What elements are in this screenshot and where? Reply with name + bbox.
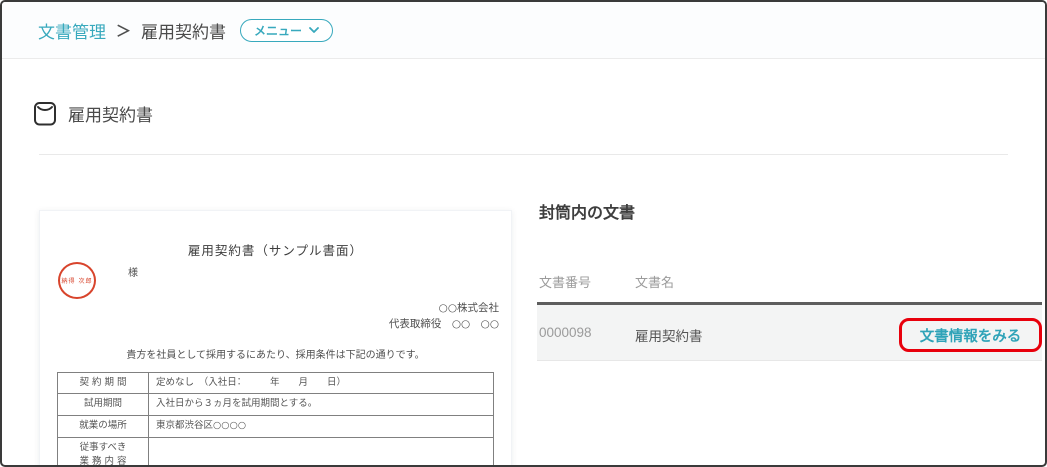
contract-title: 雇用契約書（サンプル書面） bbox=[187, 243, 364, 258]
envelope-header: 雇用契約書 bbox=[33, 100, 153, 127]
red-highlight-annotation: 文書情報をみる bbox=[899, 318, 1042, 352]
menu-button[interactable]: メニュー bbox=[240, 18, 334, 42]
column-header-doc-number: 文書番号 bbox=[539, 275, 592, 290]
view-document-info-link[interactable]: 文書情報をみる bbox=[920, 325, 1022, 346]
breadcrumb: 文書管理 ＞ 雇用契約書 メニュー bbox=[2, 2, 1045, 59]
table-row: 就業の場所 東京都渋谷区○○○○ bbox=[57, 414, 494, 438]
row-label: 試用期間 bbox=[57, 393, 149, 416]
contract-table: 契 約 期 間 定めなし （入社日： 年 月 日） 試用期間 入社日から３ヵ月を… bbox=[57, 371, 494, 465]
breadcrumb-root-link[interactable]: 文書管理 bbox=[38, 18, 106, 43]
contract-intro: 貴方を社員として採用するにあたり、採用条件は下記の通りです。 bbox=[126, 349, 425, 361]
stamp-row: 納得 次郎 様 bbox=[40, 259, 511, 309]
row-value: 入社日から３ヵ月を試用期間とする。 bbox=[148, 393, 494, 416]
doc-name-cell: 雇用契約書 bbox=[635, 329, 703, 344]
row-label: 就業の場所 bbox=[57, 414, 149, 438]
envelope-title: 雇用契約書 bbox=[68, 106, 153, 125]
table-row: 契 約 期 間 定めなし （入社日： 年 月 日） bbox=[57, 371, 494, 395]
doc-number-cell: 0000098 bbox=[539, 325, 592, 340]
section-divider bbox=[39, 154, 1008, 155]
breadcrumb-current: 雇用契約書 bbox=[141, 22, 227, 42]
app-window: 文書管理 ＞ 雇用契約書 メニュー 雇用契約書 雇用契約書（サンプル書面） 納得… bbox=[0, 0, 1047, 467]
table-row: 0000098 雇用契約書 文書情報をみる bbox=[537, 305, 1042, 361]
chevron-down-icon bbox=[309, 26, 319, 34]
envelope-icon bbox=[33, 100, 57, 127]
row-value: 定めなし （入社日： 年 月 日） bbox=[148, 371, 494, 395]
column-header-doc-name: 文書名 bbox=[635, 275, 675, 290]
representative-line: 代表取締役 ○○ ○○ bbox=[388, 317, 499, 330]
row-label: 契 約 期 間 bbox=[57, 371, 149, 395]
hanko-stamp: 納得 次郎 bbox=[58, 262, 96, 299]
menu-button-label: メニュー bbox=[254, 23, 303, 38]
table-row: 試用期間 入社日から３ヵ月を試用期間とする。 bbox=[57, 393, 494, 416]
row-value bbox=[148, 436, 494, 465]
table-row: 従事すべき 業 務 内 容 bbox=[57, 436, 494, 465]
row-value: 東京都渋谷区○○○○ bbox=[148, 414, 494, 438]
breadcrumb-separator-icon: ＞ bbox=[116, 22, 132, 40]
row-label: 従事すべき 業 務 内 容 bbox=[57, 436, 149, 465]
document-preview: 雇用契約書（サンプル書面） 納得 次郎 様 ○○株式会社 代表取締役 ○○ ○○… bbox=[39, 210, 512, 465]
envelope-docs-heading: 封筒内の文書 bbox=[539, 205, 636, 222]
addressee-suffix: 様 bbox=[128, 268, 138, 279]
